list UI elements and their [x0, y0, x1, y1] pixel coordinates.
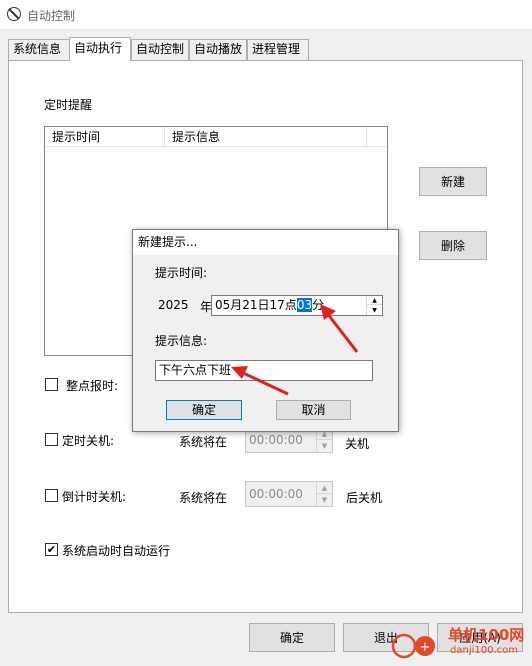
new-reminder-dialog: 新建提示... 提示时间: 2025 年 05月21日17点03分 ▲ ▼ 提示… [132, 229, 399, 432]
svg-text:+: + [420, 640, 431, 655]
timer-section-label: 定时提醒 [44, 98, 93, 112]
scheduled-shutdown-prefix: 系统将在 [179, 435, 228, 449]
hourly-chime-checkbox[interactable] [45, 378, 58, 391]
countdown-shutdown-prefix: 系统将在 [179, 491, 228, 505]
new-reminder-button[interactable]: 新建 [419, 167, 487, 196]
watermark-brand: 单机100网 [448, 626, 525, 644]
watermark: + 单机100网 danji100.com [390, 618, 532, 663]
autostart-checkbox[interactable]: ✔ [45, 543, 58, 556]
tab-system-info[interactable]: 系统信息 [8, 39, 70, 60]
datetime-minute-selected[interactable]: 03 [296, 298, 313, 312]
list-header: 提示时间 提示信息 [45, 127, 387, 147]
datetime-prefix: 05月21日17点 [215, 298, 297, 312]
spinner-down-icon[interactable]: ▼ [317, 494, 332, 506]
spinner-down-icon[interactable]: ▼ [317, 440, 332, 452]
title-bar: 自动控制 [0, 0, 532, 30]
countdown-shutdown-label: 倒计时关机: [62, 490, 127, 504]
ok-button[interactable]: 确定 [249, 623, 335, 652]
app-icon [7, 7, 21, 21]
dialog-time-label: 提示时间: [155, 266, 208, 280]
spinner-up-icon[interactable]: ▲ [367, 296, 382, 305]
watermark-domain: danji100.com [450, 645, 518, 656]
autostart-label: 系统启动时自动运行 [62, 544, 171, 558]
spinner-up-icon[interactable]: ▲ [317, 482, 332, 494]
tab-auto-control[interactable]: 自动控制 [131, 39, 189, 60]
delete-reminder-button[interactable]: 删除 [419, 231, 487, 260]
countdown-shutdown-checkbox[interactable] [45, 489, 58, 502]
window-title: 自动控制 [27, 9, 76, 23]
countdown-shutdown-time-value: 00:00:00 [249, 487, 303, 501]
dialog-message-label: 提示信息: [155, 334, 208, 348]
scheduled-shutdown-suffix: 关机 [345, 437, 370, 451]
dialog-datetime-picker[interactable]: 05月21日17点03分 ▲ ▼ [211, 295, 383, 316]
countdown-shutdown-time[interactable]: 00:00:00 ▲ ▼ [245, 481, 333, 507]
dialog-ok-button[interactable]: 确定 [166, 400, 242, 420]
dialog-title: 新建提示... [133, 230, 398, 255]
dialog-year-value: 2025 [158, 298, 189, 312]
countdown-shutdown-suffix: 后关机 [346, 491, 383, 505]
tab-process-manager[interactable]: 进程管理 [247, 39, 309, 60]
datetime-spinner[interactable]: ▲ ▼ [366, 296, 382, 315]
column-reminder-message[interactable]: 提示信息 [165, 127, 367, 147]
tab-auto-play[interactable]: 自动播放 [189, 39, 247, 60]
scheduled-shutdown-label: 定时关机: [62, 434, 115, 448]
spinner-down-icon[interactable]: ▼ [367, 306, 382, 315]
tab-auto-execute[interactable]: 自动执行 [69, 37, 131, 61]
dialog-cancel-button[interactable]: 取消 [276, 400, 351, 420]
scheduled-shutdown-checkbox[interactable] [45, 433, 58, 446]
countdown-shutdown-spinner[interactable]: ▲ ▼ [316, 482, 332, 506]
dialog-message-input[interactable]: 下午六点下班 [155, 360, 373, 381]
column-reminder-time[interactable]: 提示时间 [45, 127, 165, 147]
datetime-suffix: 分 [312, 298, 325, 312]
scheduled-shutdown-time-value: 00:00:00 [249, 433, 303, 447]
hourly-chime-label: 整点报时: [66, 379, 119, 393]
